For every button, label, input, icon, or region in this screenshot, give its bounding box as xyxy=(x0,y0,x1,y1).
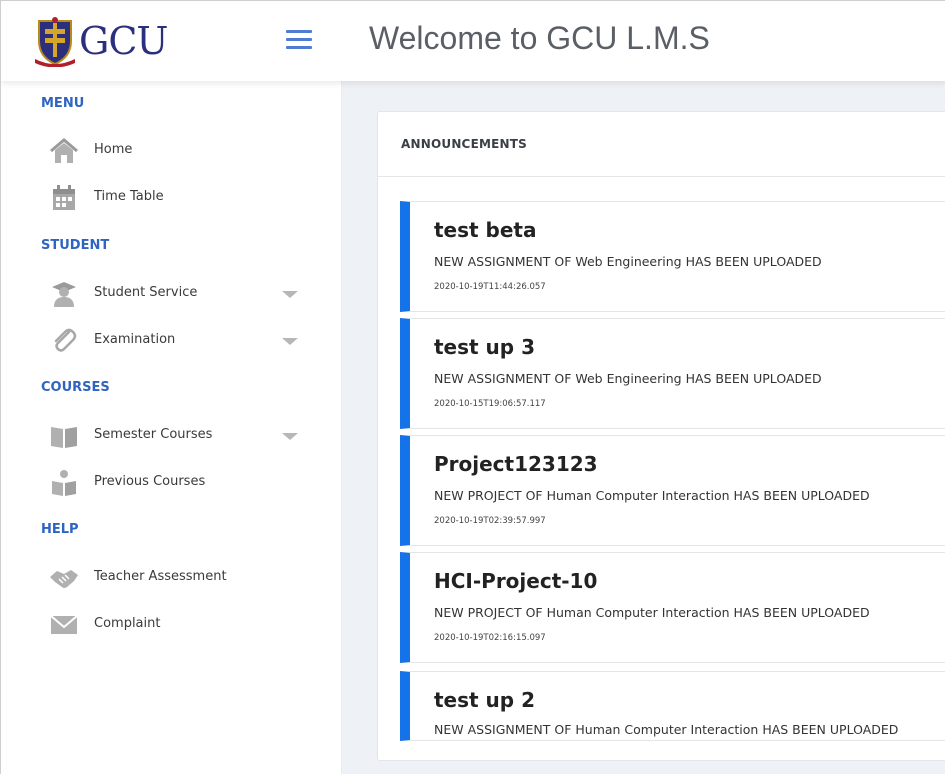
chevron-down-icon[interactable] xyxy=(282,338,298,345)
university-crest-icon xyxy=(35,17,75,67)
announcement-item[interactable]: test beta NEW ASSIGNMENT OF Web Engineer… xyxy=(400,201,945,312)
announcement-message: NEW ASSIGNMENT OF Web Engineering HAS BE… xyxy=(434,254,822,269)
announcement-item[interactable]: HCI-Project-10 NEW PROJECT OF Human Comp… xyxy=(400,552,945,663)
chevron-down-icon[interactable] xyxy=(282,433,298,440)
announcement-date: 2020-10-15T19:06:57.117 xyxy=(434,399,546,409)
paperclip-icon xyxy=(54,328,77,352)
sidebar-item-complaint[interactable]: Complaint xyxy=(49,607,309,643)
announcement-title: HCI-Project-10 xyxy=(434,569,598,593)
brand-logo[interactable]: GCU xyxy=(31,15,181,67)
sidebar-item-examination[interactable]: Examination xyxy=(49,323,309,359)
announcement-item[interactable]: Project123123 NEW PROJECT OF Human Compu… xyxy=(400,435,945,546)
reader-icon xyxy=(52,470,76,496)
announcement-title: test up 3 xyxy=(434,335,535,359)
sidebar-item-label: Student Service xyxy=(94,285,198,300)
book-icon xyxy=(51,427,77,448)
announcement-title: Project123123 xyxy=(434,452,598,476)
app-window: GCU Welcome to GCU L.M.S MENU Home Time … xyxy=(0,0,945,774)
announcement-date: 2020-10-19T11:44:26.057 xyxy=(434,282,546,292)
sidebar-item-home[interactable]: Home xyxy=(49,133,309,169)
main-content: ANNOUNCEMENTS test beta NEW ASSIGNMENT O… xyxy=(342,81,945,774)
calendar-icon xyxy=(53,185,75,210)
sidebar-item-label: Complaint xyxy=(94,616,161,631)
sidebar-section-menu: MENU xyxy=(41,96,85,111)
graduate-icon xyxy=(52,282,76,307)
top-header: GCU Welcome to GCU L.M.S xyxy=(1,1,945,81)
sidebar-item-semester-courses[interactable]: Semester Courses xyxy=(49,418,309,454)
announcement-date: 2020-10-19T02:39:57.997 xyxy=(434,516,546,526)
brand-text: GCU xyxy=(79,19,168,63)
sidebar-item-time-table[interactable]: Time Table xyxy=(49,180,309,216)
sidebar-section-courses: COURSES xyxy=(41,380,110,395)
sidebar-item-previous-courses[interactable]: Previous Courses xyxy=(49,465,309,501)
home-icon xyxy=(50,138,78,163)
sidebar-item-label: Home xyxy=(94,142,133,157)
announcement-title: test up 2 xyxy=(434,688,535,712)
announcement-message: NEW PROJECT OF Human Computer Interactio… xyxy=(434,488,870,503)
sidebar-item-student-service[interactable]: Student Service xyxy=(49,276,309,312)
announcement-message: NEW PROJECT OF Human Computer Interactio… xyxy=(434,605,870,620)
announcement-title: test beta xyxy=(434,218,537,242)
sidebar-item-label: Examination xyxy=(94,332,176,347)
announcement-message: NEW ASSIGNMENT OF Web Engineering HAS BE… xyxy=(434,371,822,386)
sidebar-item-teacher-assessment[interactable]: Teacher Assessment xyxy=(49,560,309,596)
sidebar-item-label: Teacher Assessment xyxy=(94,569,227,584)
chevron-down-icon[interactable] xyxy=(282,291,298,298)
sidebar-item-label: Previous Courses xyxy=(94,474,206,489)
handshake-icon xyxy=(50,570,78,588)
announcement-date: 2020-10-19T02:16:15.097 xyxy=(434,633,546,643)
announcement-item[interactable]: test up 2 NEW ASSIGNMENT OF Human Comput… xyxy=(400,671,945,741)
announcements-title: ANNOUNCEMENTS xyxy=(401,137,527,151)
sidebar-section-help: HELP xyxy=(41,522,79,537)
announcements-card: ANNOUNCEMENTS test beta NEW ASSIGNMENT O… xyxy=(377,111,945,761)
announcement-item[interactable]: test up 3 NEW ASSIGNMENT OF Web Engineer… xyxy=(400,318,945,429)
page-title: Welcome to GCU L.M.S xyxy=(369,20,710,56)
sidebar-item-label: Time Table xyxy=(94,189,164,204)
announcements-header: ANNOUNCEMENTS xyxy=(378,112,945,177)
sidebar-item-label: Semester Courses xyxy=(94,427,213,442)
hamburger-menu-icon[interactable] xyxy=(284,27,314,51)
sidebar-section-student: STUDENT xyxy=(41,238,110,253)
envelope-icon xyxy=(50,615,78,634)
announcement-message: NEW ASSIGNMENT OF Human Computer Interac… xyxy=(434,722,899,737)
sidebar: MENU Home Time Table STUDENT Student Ser… xyxy=(1,81,342,774)
